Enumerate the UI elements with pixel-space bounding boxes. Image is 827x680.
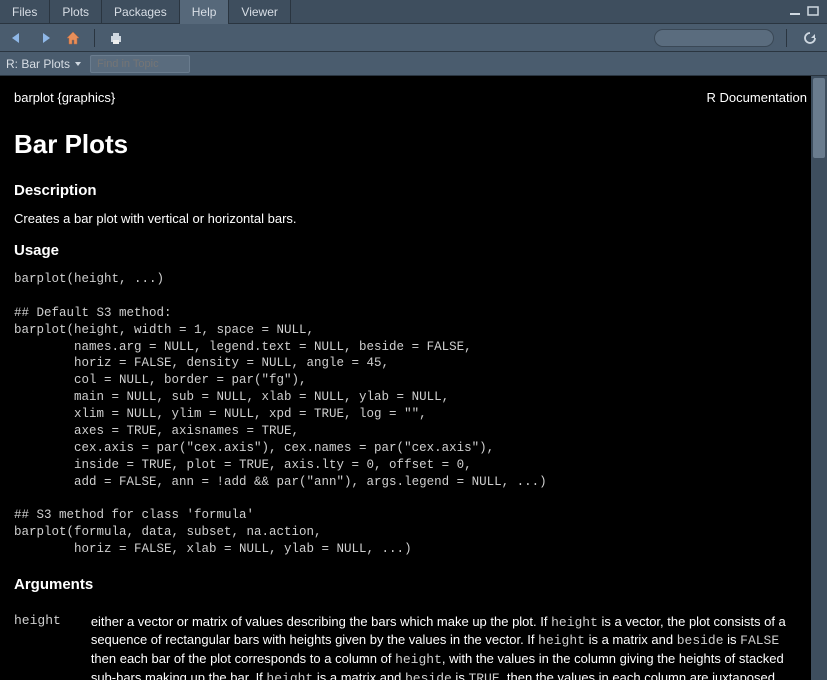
usage-heading: Usage bbox=[14, 242, 807, 259]
args-table: height either a vector or matrix of valu… bbox=[14, 613, 807, 680]
usage-code: barplot(height, ...) ## Default S3 metho… bbox=[14, 271, 807, 558]
vertical-scrollbar[interactable] bbox=[811, 76, 827, 680]
tab-help[interactable]: Help bbox=[180, 0, 230, 24]
arg-desc: either a vector or matrix of values desc… bbox=[91, 613, 807, 680]
forward-button[interactable] bbox=[34, 28, 56, 48]
find-in-topic-input[interactable] bbox=[90, 55, 190, 73]
help-content: barplot {graphics} R Documentation Bar P… bbox=[0, 76, 827, 680]
arg-name: height bbox=[14, 613, 91, 680]
breadcrumb[interactable]: R: Bar Plots bbox=[6, 57, 82, 71]
back-button[interactable] bbox=[6, 28, 28, 48]
page-title: Bar Plots bbox=[14, 129, 807, 160]
home-button[interactable] bbox=[62, 28, 84, 48]
help-toolbar bbox=[0, 24, 827, 52]
chevron-down-icon bbox=[74, 61, 82, 67]
desc-heading: Description bbox=[14, 182, 807, 199]
maximize-icon[interactable] bbox=[807, 5, 821, 19]
minimize-icon[interactable] bbox=[789, 5, 803, 19]
help-subbar: R: Bar Plots bbox=[0, 52, 827, 76]
print-button[interactable] bbox=[105, 28, 127, 48]
refresh-button[interactable] bbox=[799, 28, 821, 48]
arg-row-height: height either a vector or matrix of valu… bbox=[14, 613, 807, 680]
pkg-label: barplot {graphics} bbox=[14, 90, 115, 105]
scrollbar-thumb[interactable] bbox=[813, 78, 825, 158]
tab-viewer[interactable]: Viewer bbox=[229, 0, 290, 24]
tab-plots[interactable]: Plots bbox=[50, 0, 102, 24]
help-search[interactable] bbox=[654, 29, 774, 47]
pane-tabbar: Files Plots Packages Help Viewer bbox=[0, 0, 827, 24]
tab-packages[interactable]: Packages bbox=[102, 0, 180, 24]
breadcrumb-label: R: Bar Plots bbox=[6, 57, 70, 71]
window-controls bbox=[789, 5, 827, 19]
description-text: Creates a bar plot with vertical or hori… bbox=[14, 211, 807, 226]
args-heading: Arguments bbox=[14, 576, 807, 593]
rdoc-label: R Documentation bbox=[707, 90, 807, 105]
tab-files[interactable]: Files bbox=[0, 0, 50, 24]
